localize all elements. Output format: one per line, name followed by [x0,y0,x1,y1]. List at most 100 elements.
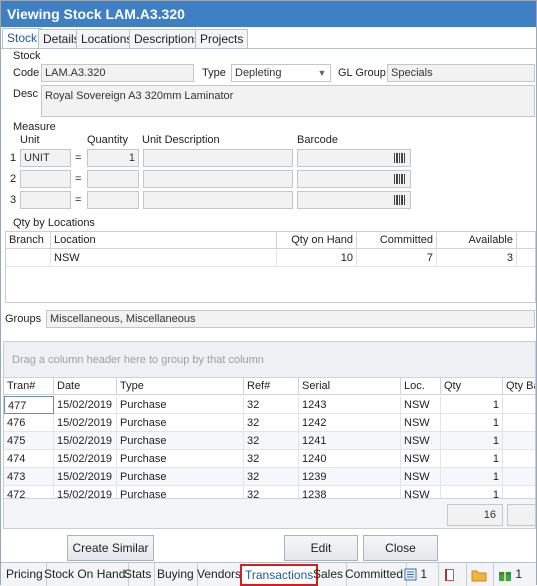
qty-balance-cell [503,450,535,468]
tab-files[interactable]: 1 [495,563,536,586]
col-tran[interactable]: Tran# [4,378,54,395]
ref-cell: 32 [244,396,299,414]
col-serial[interactable]: Serial [299,378,401,395]
table-row[interactable]: 476 15/02/2019 Purchase 32 1242 NSW 1 [4,414,535,432]
qty-cell: 1 [441,450,503,468]
tab-vendors[interactable]: Vendors [194,563,246,586]
date-cell: 15/02/2019 [54,396,117,414]
tab-stats[interactable]: Stats [121,563,156,586]
quantity-field[interactable] [87,191,139,209]
tab-buying[interactable]: Buying [154,563,198,586]
tran-cell: 475 [4,432,54,450]
type-select[interactable]: Depleting ▼ [231,64,331,82]
code-field[interactable]: LAM.A3.320 [41,64,194,82]
col-loc[interactable]: Loc. [401,378,441,395]
table-row[interactable]: 477 15/02/2019 Purchase 32 1243 NSW 1 [4,396,535,414]
edit-button[interactable]: Edit [284,535,358,561]
tab-documents[interactable] [468,563,494,586]
tab-descriptions[interactable]: Descriptions [129,29,206,48]
stock-window: Viewing Stock LAM.A3.320 Stock Details L… [0,0,537,586]
tran-cell: 477 [4,396,54,414]
close-button[interactable]: Close [363,535,438,561]
ref-cell: 32 [244,432,299,450]
serial-cell: 1239 [299,468,401,486]
locations-group-title: Qty by Locations [13,217,95,229]
barcode-field[interactable] [297,191,411,209]
window-title: Viewing Stock LAM.A3.320 [1,1,536,27]
available-cell: 3 [437,249,517,267]
tab-committed[interactable]: Committed [342,563,408,586]
loc-cell: NSW [401,468,441,486]
create-similar-button[interactable]: Create Similar [67,535,154,561]
col-location[interactable]: Location [51,232,277,249]
type-cell: Purchase [117,432,244,450]
col-qty-on-hand[interactable]: Qty on Hand [277,232,357,249]
gift-icon [499,571,511,581]
unit-field[interactable] [20,191,71,209]
tab-transactions[interactable]: Transactions [240,564,319,586]
type-label: Type [202,67,226,79]
book-icon [445,568,454,581]
transactions-grid: Drag a column header here to group by th… [3,341,536,529]
loc-cell: NSW [401,432,441,450]
date-cell: 15/02/2019 [54,468,117,486]
barcode-icon[interactable] [393,173,407,185]
type-cell: Purchase [117,414,244,432]
location-cell: NSW [51,249,277,267]
locations-grid: Branch Location Qty on Hand Committed Av… [5,231,536,303]
qty-balance-cell [503,468,535,486]
quantity-field[interactable]: 1 [87,149,139,167]
col-qty[interactable]: Qty [441,378,503,395]
transactions-grid-header: Tran# Date Type Ref# Serial Loc. Qty Qty… [4,378,535,395]
loc-cell: NSW [401,450,441,468]
measure-row-number: 2 [10,173,17,185]
tab-stock[interactable]: Stock [2,28,43,49]
equals-sign: = [75,194,82,206]
top-tabs: Stock Details Locations Descriptions Pro… [1,28,536,49]
quantity-field[interactable] [87,170,139,188]
col-available[interactable]: Available [437,232,517,249]
barcode-icon[interactable] [393,152,407,164]
unit-field[interactable]: UNIT [20,149,71,167]
folder-icon [471,570,487,582]
chevron-down-icon: ▼ [317,68,327,78]
type-cell: Purchase [117,450,244,468]
total-qty-balance [507,504,535,526]
unit-description-field[interactable] [143,149,293,167]
unit-description-field[interactable] [143,191,293,209]
gl-group-field[interactable]: Specials [387,64,535,82]
col-branch[interactable]: Branch [6,232,51,249]
type-value: Depleting [235,67,282,79]
barcode-field[interactable] [297,149,411,167]
table-row[interactable]: NSW 10 7 3 [6,249,535,267]
tab-projects[interactable]: Projects [195,29,249,48]
stock-group-title: Stock [13,50,41,62]
col-date[interactable]: Date [54,378,117,395]
table-row[interactable]: 475 15/02/2019 Purchase 32 1241 NSW 1 [4,432,535,450]
ref-cell: 32 [244,468,299,486]
group-by-panel[interactable]: Drag a column header here to group by th… [4,342,535,378]
groups-label: Groups [5,313,42,325]
tab-notes[interactable]: 1 [401,563,439,586]
unit-field[interactable] [20,170,71,188]
files-count: 1 [515,567,523,581]
equals-sign: = [75,173,82,185]
bottom-tabs: Pricing Stock On Hand Stats Buying Vendo… [1,562,536,586]
col-type[interactable]: Type [117,378,244,395]
table-row[interactable]: 473 15/02/2019 Purchase 32 1239 NSW 1 [4,468,535,486]
barcode-field[interactable] [297,170,411,188]
tab-stock-on-hand[interactable]: Stock On Hand [41,563,130,586]
col-qty-balance[interactable]: Qty Ba [503,378,535,395]
unit-description-field[interactable] [143,170,293,188]
tab-attachments[interactable] [440,563,467,586]
col-ref[interactable]: Ref# [244,378,299,395]
desc-field[interactable]: Royal Sovereign A3 320mm Laminator [41,85,535,117]
groups-field[interactable]: Miscellaneous, Miscellaneous [46,310,535,328]
barcode-icon[interactable] [393,194,407,206]
table-row[interactable]: 474 15/02/2019 Purchase 32 1240 NSW 1 [4,450,535,468]
col-committed[interactable]: Committed [357,232,437,249]
gl-group-label: GL Group [338,67,386,79]
serial-cell: 1243 [299,396,401,414]
qty-on-hand-cell: 10 [277,249,357,267]
type-cell: Purchase [117,396,244,414]
